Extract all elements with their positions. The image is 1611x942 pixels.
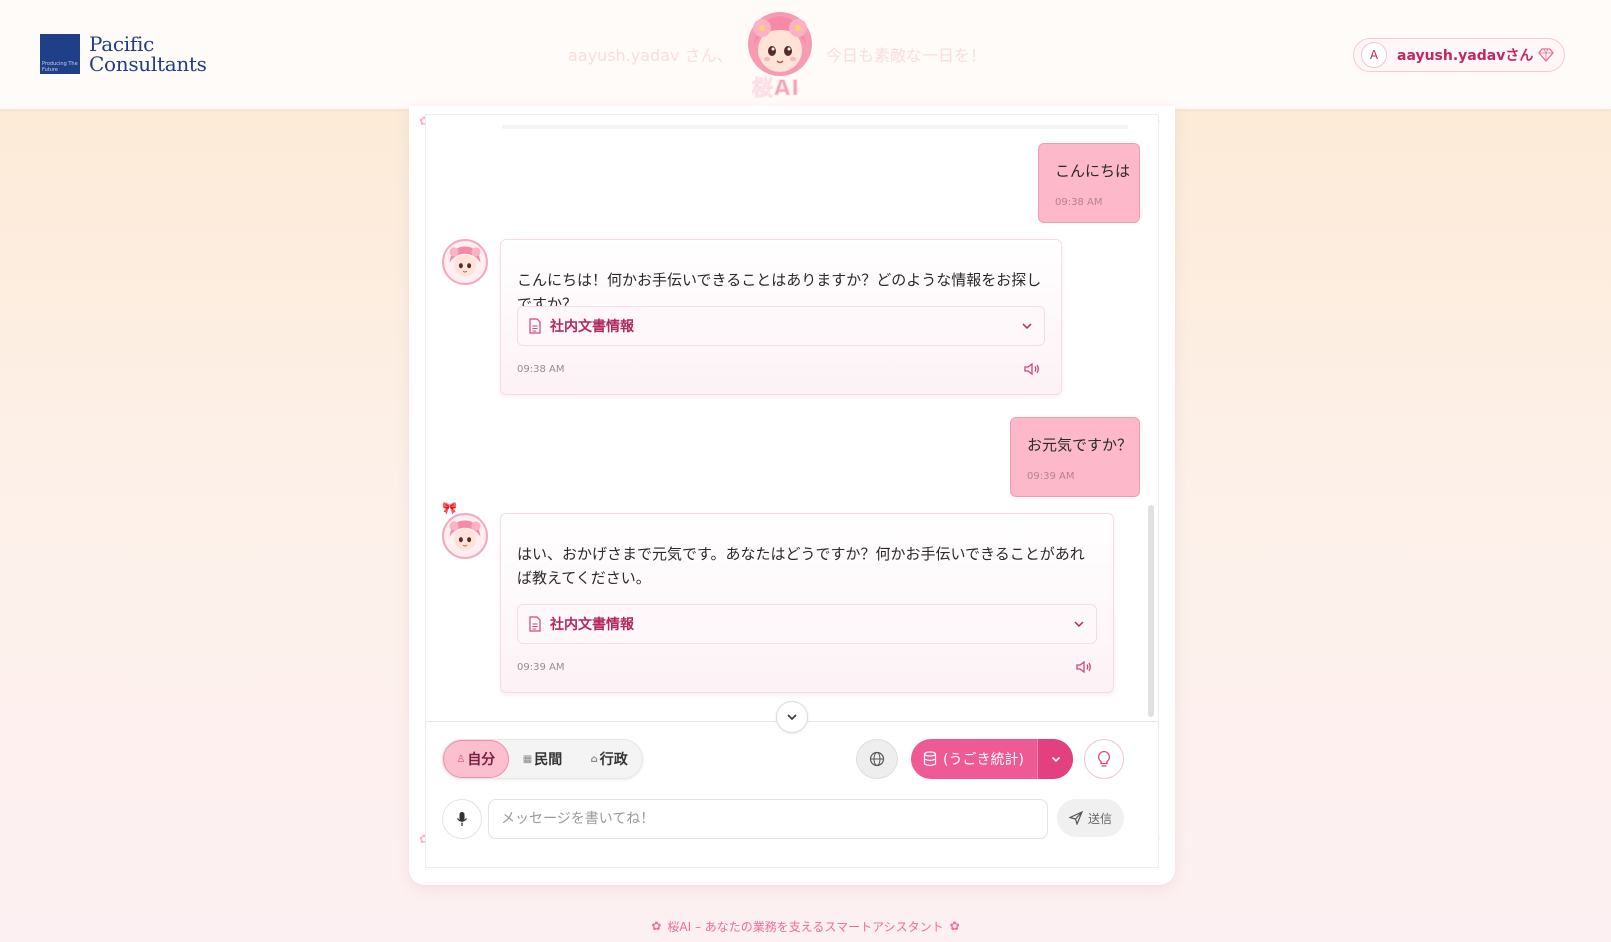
divider	[502, 125, 1128, 129]
footer-text: 桜AI – あなたの業務を支えるスマートアシスタント	[667, 919, 944, 934]
doc-info-label: 社内文書情報	[550, 617, 634, 633]
send-icon	[1068, 811, 1083, 825]
company-logo[interactable]: Producing The Future Pacific Consultants	[40, 34, 207, 74]
logo-text: Pacific Consultants	[89, 32, 207, 76]
database-button-main[interactable]: (うごき統計)	[911, 739, 1037, 779]
logo-mark: Producing The Future	[40, 34, 80, 74]
doc-info-label: 社内文書情報	[550, 319, 634, 335]
message-text: お元気ですか？	[1027, 436, 1133, 454]
person-icon: ♙	[456, 753, 466, 765]
greeting-faded-right: 今日も素敵な一日を！	[826, 46, 987, 65]
chat-panel: こんにちは 09:38 AM こんにちは！何かお手伝いできることはありますか？ど…	[425, 114, 1159, 868]
globe-icon	[869, 751, 885, 767]
mode-government-button[interactable]: ⌂ 行政	[576, 740, 642, 778]
user-name: aayush.yadavさん	[1397, 48, 1534, 64]
scrollbar[interactable]	[1148, 505, 1154, 717]
database-dropdown-button[interactable]	[1037, 739, 1073, 779]
mode-private-button[interactable]: ▦ 民間	[509, 740, 577, 778]
send-button[interactable]: 送信	[1057, 799, 1124, 837]
chevron-down-icon	[1051, 756, 1060, 763]
chat-card: ✿ ✦ ✿ ✦ こんにちは 09:38 AM	[409, 106, 1175, 885]
chevron-down-icon	[1074, 621, 1084, 628]
ribbon-icon: 🎀	[442, 501, 457, 515]
message-input[interactable]	[488, 799, 1048, 839]
mode-self-button[interactable]: ♙ 自分	[443, 740, 509, 778]
speaker-icon[interactable]	[1075, 658, 1093, 676]
message-time: 09:39 AM	[517, 662, 565, 673]
app-header: Producing The Future Pacific Consultants…	[0, 0, 1611, 110]
government-icon: ⌂	[590, 753, 598, 765]
bot-message: はい、おかげさまで元気です。あなたはどうですか？何かお手伝いできることがあれば教…	[500, 513, 1114, 693]
mascot-label: 桜AI	[751, 76, 801, 101]
bot-avatar	[442, 239, 488, 285]
message-list[interactable]: こんにちは 09:38 AM こんにちは！何かお手伝いできることはありますか？ど…	[426, 115, 1158, 723]
scroll-to-bottom-button[interactable]	[776, 701, 808, 733]
doc-info-toggle[interactable]: 社内文書情報	[517, 604, 1097, 644]
database-icon	[923, 751, 937, 767]
send-label: 送信	[1087, 811, 1112, 826]
building-icon: ▦	[522, 753, 533, 765]
database-select-button[interactable]: (うごき統計)	[911, 739, 1073, 779]
gem-icon	[1538, 48, 1555, 62]
bot-message: こんにちは！何かお手伝いできることはありますか？どのような情報をお探しですか？ …	[500, 239, 1062, 395]
chevron-down-icon	[1022, 323, 1032, 330]
message-text: こんにちは	[1055, 162, 1131, 180]
greeting-faded-left: aayush.yadav さん、	[568, 46, 733, 65]
document-icon	[529, 616, 541, 632]
mode-selector: ♙ 自分 ▦ 民間 ⌂ 行政	[442, 739, 643, 779]
message-time: 09:39 AM	[1027, 471, 1075, 482]
user-menu[interactable]: A aayush.yadavさん	[1353, 38, 1566, 72]
user-message: お元気ですか？ 09:39 AM	[1010, 417, 1140, 497]
chevron-down-icon	[787, 714, 797, 721]
message-time: 09:38 AM	[1055, 197, 1103, 208]
doc-info-toggle[interactable]: 社内文書情報	[517, 306, 1045, 346]
message-text: はい、おかげさまで元気です。あなたはどうですか？何かお手伝いできることがあれば教…	[517, 545, 1085, 587]
flower-icon: ✿	[949, 919, 960, 933]
flower-icon: ✿	[651, 919, 662, 933]
speaker-icon[interactable]	[1023, 360, 1041, 378]
lightbulb-icon	[1098, 750, 1110, 767]
user-avatar: A	[1361, 42, 1387, 68]
database-label: (うごき統計)	[943, 752, 1024, 768]
microphone-icon	[456, 812, 468, 826]
voice-input-button[interactable]	[442, 799, 482, 839]
user-message: こんにちは 09:38 AM	[1038, 143, 1140, 223]
web-search-button[interactable]	[856, 739, 898, 779]
bot-avatar	[442, 513, 488, 559]
suggestions-button[interactable]	[1084, 739, 1124, 779]
message-time: 09:38 AM	[517, 364, 565, 375]
document-icon	[529, 318, 541, 334]
app-footer: ✿ 桜AI – あなたの業務を支えるスマートアシスタント ✿	[0, 910, 1611, 942]
